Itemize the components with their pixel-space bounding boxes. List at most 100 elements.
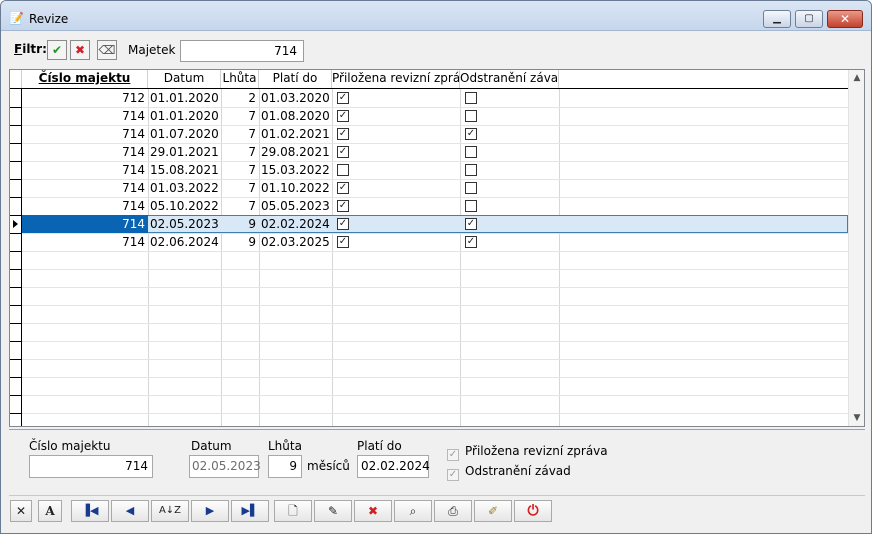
checkbox-checked-icon[interactable]: ✓ bbox=[337, 146, 349, 158]
cell-plati[interactable]: 01.02.2021 bbox=[259, 125, 332, 143]
cell-cislo[interactable]: 714 bbox=[22, 179, 148, 197]
checkbox-empty-icon[interactable] bbox=[337, 164, 349, 176]
col-prilozena-zprava[interactable]: Přiložena revizní zpráva bbox=[332, 70, 460, 88]
next-record-button[interactable]: ▶ bbox=[191, 500, 229, 522]
checkbox-empty-icon[interactable] bbox=[465, 182, 477, 194]
checkbox-empty-icon[interactable] bbox=[465, 146, 477, 158]
cell-plati[interactable]: 15.03.2022 bbox=[259, 161, 332, 179]
apply-filter-button[interactable]: ✔ bbox=[47, 40, 67, 60]
cell-cislo[interactable]: 714 bbox=[22, 233, 148, 251]
table-row[interactable]: 714 02.06.2024 9 02.03.2025 ✓ ✓ bbox=[22, 233, 848, 251]
checkbox-empty-icon[interactable] bbox=[465, 164, 477, 176]
col-odstraneni-zavad[interactable]: Odstranění závad bbox=[460, 70, 559, 88]
checkbox-checked-icon[interactable]: ✓ bbox=[465, 236, 477, 248]
table-row[interactable]: 712 01.01.2020 2 01.03.2020 ✓ bbox=[22, 89, 848, 107]
checkbox-checked-icon[interactable]: ✓ bbox=[337, 128, 349, 140]
scroll-up-icon[interactable]: ▲ bbox=[849, 70, 864, 86]
col-plati-do[interactable]: Platí do bbox=[259, 70, 332, 88]
cell-cislo[interactable]: 714 bbox=[22, 143, 148, 161]
cell-lhuta[interactable]: 2 bbox=[221, 89, 259, 107]
cell-datum[interactable]: 05.10.2022 bbox=[148, 197, 221, 215]
detail-datum-input[interactable]: 02.05.2023 bbox=[189, 455, 261, 478]
col-datum[interactable]: Datum bbox=[148, 70, 221, 88]
detail-zavady-checkbox[interactable]: ✓ Odstranění závad bbox=[447, 464, 571, 481]
cell-datum[interactable]: 15.08.2021 bbox=[148, 161, 221, 179]
cell-cislo[interactable]: 714 bbox=[22, 125, 148, 143]
cell-datum[interactable]: 01.03.2022 bbox=[148, 179, 221, 197]
sort-button[interactable]: A↓Z bbox=[151, 500, 189, 522]
close-record-button[interactable]: ✕ bbox=[10, 500, 32, 522]
table-row[interactable]: 714 01.01.2020 7 01.08.2020 ✓ bbox=[22, 107, 848, 125]
prev-record-button[interactable]: ◀ bbox=[111, 500, 149, 522]
cell-cislo[interactable]: 714 bbox=[22, 215, 148, 233]
table-row[interactable]: 714 05.10.2022 7 05.05.2023 ✓ bbox=[22, 197, 848, 215]
checkbox-checked-icon[interactable]: ✓ bbox=[337, 110, 349, 122]
cell-lhuta[interactable]: 7 bbox=[221, 179, 259, 197]
cell-cislo[interactable]: 714 bbox=[22, 161, 148, 179]
exit-button[interactable]: ⏻ bbox=[514, 500, 552, 522]
table-row[interactable]: 714 01.07.2020 7 01.02.2021 ✓ ✓ bbox=[22, 125, 848, 143]
checkbox-empty-icon[interactable] bbox=[465, 110, 477, 122]
new-record-button[interactable]: 🗋 bbox=[274, 500, 312, 522]
cell-datum[interactable]: 01.01.2020 bbox=[148, 89, 221, 107]
cell-cislo[interactable]: 712 bbox=[22, 89, 148, 107]
cell-lhuta[interactable]: 7 bbox=[221, 143, 259, 161]
cell-plati[interactable]: 02.03.2025 bbox=[259, 233, 332, 251]
title-bar[interactable]: 📝 Revize ▁ ▢ ✕ bbox=[1, 1, 871, 31]
cell-plati[interactable]: 02.02.2024 bbox=[259, 215, 332, 233]
cell-datum[interactable]: 02.05.2023 bbox=[148, 215, 221, 233]
cell-lhuta[interactable]: 7 bbox=[221, 125, 259, 143]
checkbox-empty-icon[interactable] bbox=[465, 92, 477, 104]
cell-plati[interactable]: 01.10.2022 bbox=[259, 179, 332, 197]
cell-datum[interactable]: 02.06.2024 bbox=[148, 233, 221, 251]
maximize-button[interactable]: ▢ bbox=[795, 10, 823, 28]
table-row[interactable]: 714 02.05.2023 9 02.02.2024 ✓ ✓ bbox=[22, 215, 848, 233]
delete-record-button[interactable]: ✖ bbox=[354, 500, 392, 522]
detail-zprava-checkbox[interactable]: ✓ Přiložena revizní zpráva bbox=[447, 444, 608, 461]
table-row[interactable]: 714 01.03.2022 7 01.10.2022 ✓ bbox=[22, 179, 848, 197]
minimize-button[interactable]: ▁ bbox=[763, 10, 791, 28]
col-lhuta[interactable]: Lhůta bbox=[221, 70, 259, 88]
cell-lhuta[interactable]: 9 bbox=[221, 233, 259, 251]
col-cislo-majektu[interactable]: Číslo majektu bbox=[22, 70, 148, 88]
checkbox-checked-icon[interactable]: ✓ bbox=[337, 200, 349, 212]
checkbox-checked-icon[interactable]: ✓ bbox=[465, 218, 477, 230]
cell-datum[interactable]: 01.07.2020 bbox=[148, 125, 221, 143]
checkbox-checked-icon[interactable]: ✓ bbox=[337, 92, 349, 104]
checkbox-empty-icon[interactable] bbox=[465, 200, 477, 212]
wizard-button[interactable]: ✐ bbox=[474, 500, 512, 522]
cell-plati[interactable]: 05.05.2023 bbox=[259, 197, 332, 215]
detail-plati-input[interactable]: 02.02.2024 bbox=[357, 455, 430, 478]
cell-lhuta[interactable]: 7 bbox=[221, 161, 259, 179]
table-row[interactable]: 714 15.08.2021 7 15.03.2022 bbox=[22, 161, 848, 179]
majetek-filter-input[interactable]: 714 bbox=[180, 40, 304, 62]
grid-vertical-scrollbar[interactable]: ▲ ▼ bbox=[848, 70, 864, 426]
checkbox-checked-icon[interactable]: ✓ bbox=[465, 128, 477, 140]
cell-lhuta[interactable]: 9 bbox=[221, 215, 259, 233]
search-button[interactable]: ⌕ bbox=[394, 500, 432, 522]
first-record-button[interactable]: ▐◀ bbox=[71, 500, 109, 522]
font-button[interactable]: A bbox=[38, 500, 62, 522]
print-button[interactable]: ⎙ bbox=[434, 500, 472, 522]
cell-datum[interactable]: 01.01.2020 bbox=[148, 107, 221, 125]
cell-lhuta[interactable]: 7 bbox=[221, 107, 259, 125]
edit-record-button[interactable]: ✎ bbox=[314, 500, 352, 522]
cell-lhuta[interactable]: 7 bbox=[221, 197, 259, 215]
cell-datum[interactable]: 29.01.2021 bbox=[148, 143, 221, 161]
cell-plati[interactable]: 01.08.2020 bbox=[259, 107, 332, 125]
scroll-down-icon[interactable]: ▼ bbox=[849, 410, 864, 426]
cell-plati[interactable]: 01.03.2020 bbox=[259, 89, 332, 107]
last-record-button[interactable]: ▶▌ bbox=[231, 500, 269, 522]
cancel-filter-button[interactable]: ✖ bbox=[70, 40, 90, 60]
cell-cislo[interactable]: 714 bbox=[22, 197, 148, 215]
detail-lhuta-input[interactable]: 9 bbox=[268, 455, 302, 478]
checkbox-checked-icon[interactable]: ✓ bbox=[337, 236, 349, 248]
checkbox-checked-icon[interactable]: ✓ bbox=[337, 218, 349, 230]
clear-filter-button[interactable]: ⌫ bbox=[97, 40, 117, 60]
checkbox-checked-icon[interactable]: ✓ bbox=[337, 182, 349, 194]
table-row[interactable]: 714 29.01.2021 7 29.08.2021 ✓ bbox=[22, 143, 848, 161]
cell-plati[interactable]: 29.08.2021 bbox=[259, 143, 332, 161]
detail-cislo-input[interactable]: 714 bbox=[29, 455, 153, 478]
cell-cislo[interactable]: 714 bbox=[22, 107, 148, 125]
close-window-button[interactable]: ✕ bbox=[827, 10, 863, 28]
